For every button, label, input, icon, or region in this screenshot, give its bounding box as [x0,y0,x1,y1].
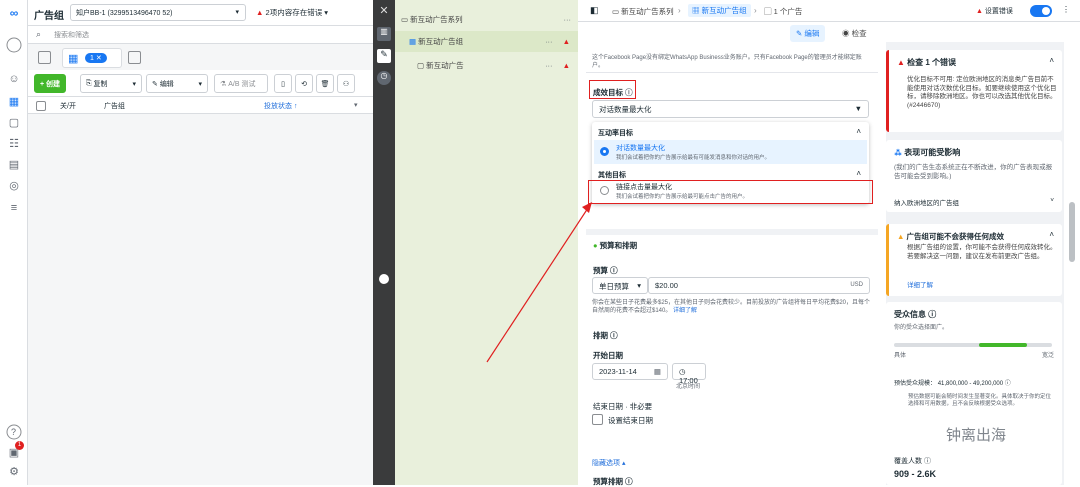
annotation-arrow [486,202,592,363]
